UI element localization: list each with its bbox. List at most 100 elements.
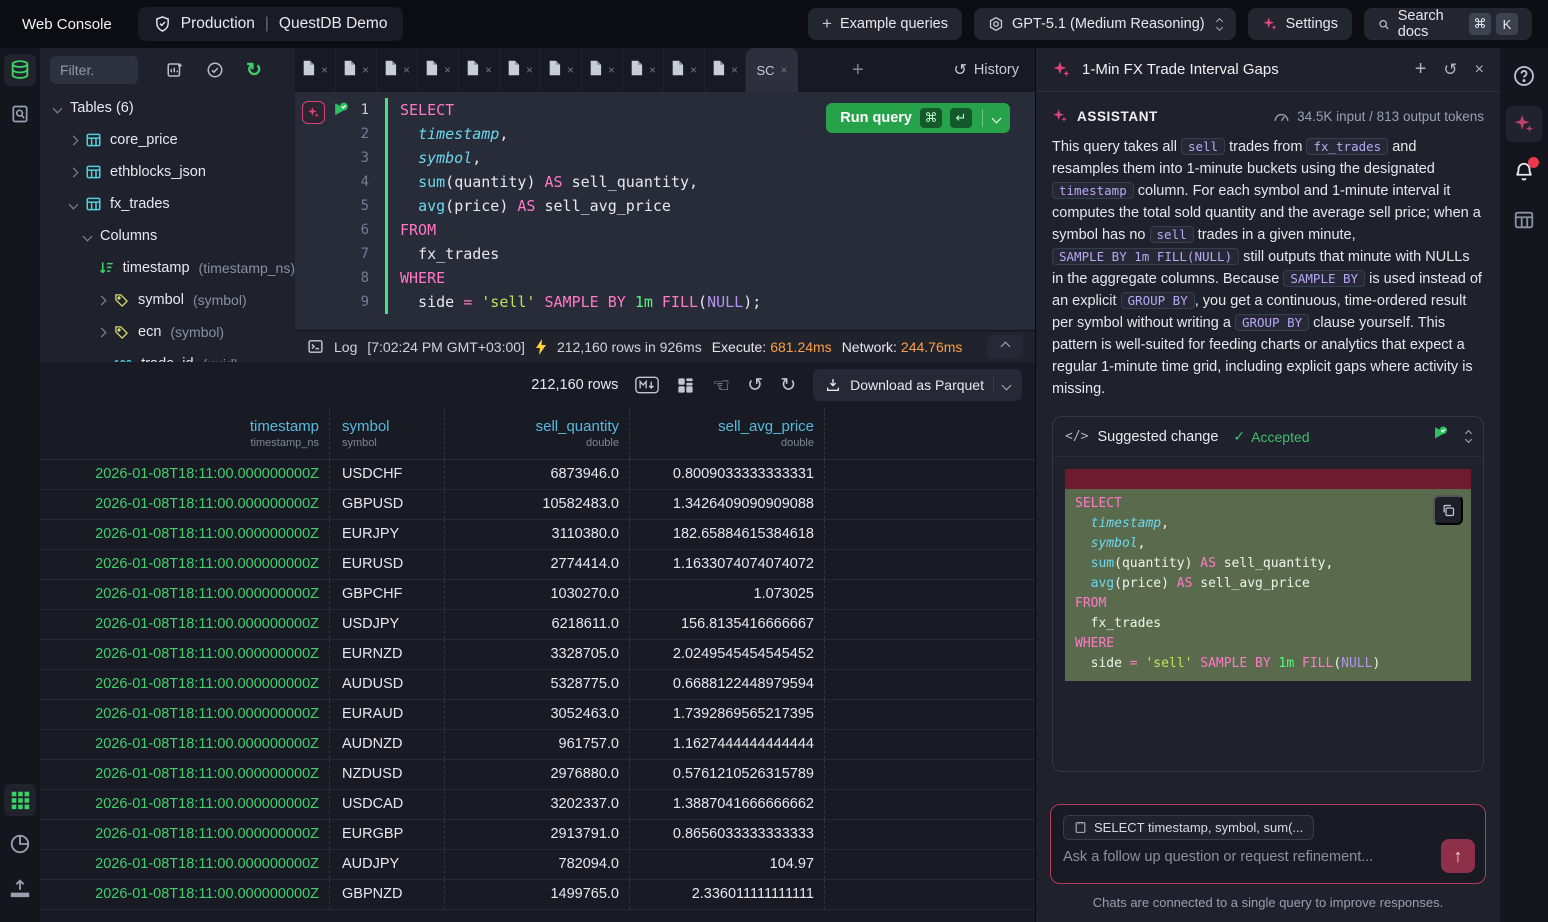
- check-circle-icon[interactable]: [206, 61, 224, 79]
- data-cell[interactable]: 2.0249545454545452: [630, 640, 825, 669]
- data-cell[interactable]: 1.3426409090909088: [630, 490, 825, 519]
- editor-code-line[interactable]: 4 sum(quantity) AS sell_quantity,: [295, 170, 1035, 194]
- data-cell[interactable]: 10582483.0: [445, 490, 630, 519]
- chat-history-icon[interactable]: ↺: [1443, 60, 1457, 80]
- close-tab-icon[interactable]: ×: [403, 63, 410, 77]
- query-tab[interactable]: ×: [418, 48, 459, 92]
- reset-history-icon[interactable]: ↺: [747, 374, 763, 397]
- chevron-right-icon[interactable]: [69, 167, 79, 177]
- query-tab[interactable]: ×: [541, 48, 582, 92]
- sidebar-item-tables-6-[interactable]: Tables (6): [40, 92, 295, 124]
- table-row[interactable]: 2026-01-08T18:11:00.000000000ZAUDNZD9617…: [40, 730, 1035, 760]
- data-cell[interactable]: GBPNZD: [330, 880, 445, 909]
- sidebar-item-ethblocks-json[interactable]: ethblocks_json: [40, 156, 295, 188]
- table-row[interactable]: 2026-01-08T18:11:00.000000000ZGBPUSD1058…: [40, 490, 1035, 520]
- active-query-tab[interactable]: SC×: [746, 48, 798, 92]
- add-chart-icon[interactable]: [166, 61, 184, 79]
- timestamp-cell[interactable]: 2026-01-08T18:11:00.000000000Z: [40, 730, 330, 759]
- data-cell[interactable]: EURNZD: [330, 640, 445, 669]
- timestamp-cell[interactable]: 2026-01-08T18:11:00.000000000Z: [40, 580, 330, 609]
- timestamp-cell[interactable]: 2026-01-08T18:11:00.000000000Z: [40, 640, 330, 669]
- add-tab-button[interactable]: +: [852, 59, 864, 82]
- column-header-symbol[interactable]: symbolsymbol: [330, 408, 445, 459]
- close-tab-icon[interactable]: ×: [731, 63, 738, 77]
- close-tab-icon[interactable]: ×: [444, 63, 451, 77]
- query-tab[interactable]: ×: [582, 48, 623, 92]
- table-row[interactable]: 2026-01-08T18:11:00.000000000ZAUDJPY7820…: [40, 850, 1035, 880]
- table-row[interactable]: 2026-01-08T18:11:00.000000000ZAUDUSD5328…: [40, 670, 1035, 700]
- grid-layout-icon[interactable]: [676, 376, 695, 395]
- timestamp-cell[interactable]: 2026-01-08T18:11:00.000000000Z: [40, 520, 330, 549]
- timestamp-cell[interactable]: 2026-01-08T18:11:00.000000000Z: [40, 760, 330, 789]
- timestamp-cell[interactable]: 2026-01-08T18:11:00.000000000Z: [40, 700, 330, 729]
- timestamp-cell[interactable]: 2026-01-08T18:11:00.000000000Z: [40, 460, 330, 489]
- document-search-icon[interactable]: [4, 98, 36, 130]
- close-tab-icon[interactable]: ×: [485, 63, 492, 77]
- timestamp-cell[interactable]: 2026-01-08T18:11:00.000000000Z: [40, 550, 330, 579]
- table-row[interactable]: 2026-01-08T18:11:00.000000000ZNZDUSD2976…: [40, 760, 1035, 790]
- timestamp-cell[interactable]: 2026-01-08T18:11:00.000000000Z: [40, 610, 330, 639]
- table-row[interactable]: 2026-01-08T18:11:00.000000000ZEURUSD2774…: [40, 550, 1035, 580]
- data-cell[interactable]: 1.7392869565217395: [630, 700, 825, 729]
- environment-badge[interactable]: Production | QuestDB Demo: [138, 7, 404, 41]
- query-tab[interactable]: ×: [377, 48, 418, 92]
- data-cell[interactable]: 3202337.0: [445, 790, 630, 819]
- timestamp-cell[interactable]: 2026-01-08T18:11:00.000000000Z: [40, 820, 330, 849]
- table-panel-icon[interactable]: [1506, 202, 1542, 238]
- search-docs-button[interactable]: Search docs ⌘ K: [1364, 8, 1532, 40]
- help-icon[interactable]: [1506, 58, 1542, 94]
- sidebar-item-columns[interactable]: Columns: [40, 220, 295, 252]
- sidebar-item-timestamp[interactable]: timestamp(timestamp_ns): [40, 252, 295, 284]
- results-grid-icon[interactable]: [4, 784, 36, 816]
- query-context-chip[interactable]: SELECT timestamp, symbol, sum(...: [1063, 815, 1314, 840]
- query-tab[interactable]: ×: [295, 48, 336, 92]
- sidebar-item-symbol[interactable]: symbol(symbol): [40, 284, 295, 316]
- table-row[interactable]: 2026-01-08T18:11:00.000000000ZGBPNZD1499…: [40, 880, 1035, 910]
- send-button[interactable]: ↑: [1441, 839, 1475, 873]
- data-cell[interactable]: 1.1627444444444444: [630, 730, 825, 759]
- query-tab[interactable]: ×: [459, 48, 500, 92]
- new-chat-icon[interactable]: +: [1415, 58, 1427, 81]
- data-cell[interactable]: 2976880.0: [445, 760, 630, 789]
- close-tab-icon[interactable]: ×: [781, 63, 788, 77]
- data-cell[interactable]: 782094.0: [445, 850, 630, 879]
- notifications-bell-icon[interactable]: [1506, 154, 1542, 190]
- close-tab-icon[interactable]: ×: [649, 63, 656, 77]
- chevron-right-icon[interactable]: [97, 295, 107, 305]
- assistant-rail-icon[interactable]: [1506, 106, 1542, 142]
- query-success-flag-icon[interactable]: [332, 101, 351, 124]
- chat-input-box[interactable]: SELECT timestamp, symbol, sum(... Ask a …: [1050, 804, 1486, 884]
- query-tab[interactable]: ×: [623, 48, 664, 92]
- filter-input[interactable]: [50, 56, 138, 84]
- query-tab[interactable]: ×: [664, 48, 705, 92]
- data-cell[interactable]: EURAUD: [330, 700, 445, 729]
- data-cell[interactable]: EURGBP: [330, 820, 445, 849]
- data-cell[interactable]: USDCHF: [330, 460, 445, 489]
- run-query-button[interactable]: Run query ⌘ ↵: [826, 103, 1010, 133]
- expand-collapse-icon[interactable]: [1466, 431, 1471, 442]
- editor-code-line[interactable]: 8WHERE: [295, 266, 1035, 290]
- data-cell[interactable]: 6218611.0: [445, 610, 630, 639]
- timestamp-cell[interactable]: 2026-01-08T18:11:00.000000000Z: [40, 850, 330, 879]
- data-cell[interactable]: AUDNZD: [330, 730, 445, 759]
- close-tab-icon[interactable]: ×: [321, 63, 328, 77]
- sql-editor[interactable]: 1SELECT2 timestamp,3 symbol,4 sum(quanti…: [295, 92, 1035, 330]
- pie-chart-icon[interactable]: [4, 828, 36, 860]
- table-row[interactable]: 2026-01-08T18:11:00.000000000ZUSDJPY6218…: [40, 610, 1035, 640]
- markdown-icon[interactable]: [635, 376, 659, 394]
- history-button[interactable]: ↺ History: [953, 60, 1019, 80]
- table-row[interactable]: 2026-01-08T18:11:00.000000000ZUSDCHF6873…: [40, 460, 1035, 490]
- sidebar-item-trade-id[interactable]: 123trade_id(uuid): [40, 348, 295, 362]
- data-cell[interactable]: 3110380.0: [445, 520, 630, 549]
- chevron-down-icon[interactable]: [69, 199, 79, 209]
- data-cell[interactable]: EURJPY: [330, 520, 445, 549]
- data-cell[interactable]: 2.336011111111111: [630, 880, 825, 909]
- data-cell[interactable]: 3328705.0: [445, 640, 630, 669]
- data-cell[interactable]: 1.1633074074074072: [630, 550, 825, 579]
- close-tab-icon[interactable]: ×: [567, 63, 574, 77]
- data-cell[interactable]: 2913791.0: [445, 820, 630, 849]
- timestamp-cell[interactable]: 2026-01-08T18:11:00.000000000Z: [40, 670, 330, 699]
- data-cell[interactable]: 0.8009033333333331: [630, 460, 825, 489]
- close-tab-icon[interactable]: ×: [690, 63, 697, 77]
- data-cell[interactable]: USDJPY: [330, 610, 445, 639]
